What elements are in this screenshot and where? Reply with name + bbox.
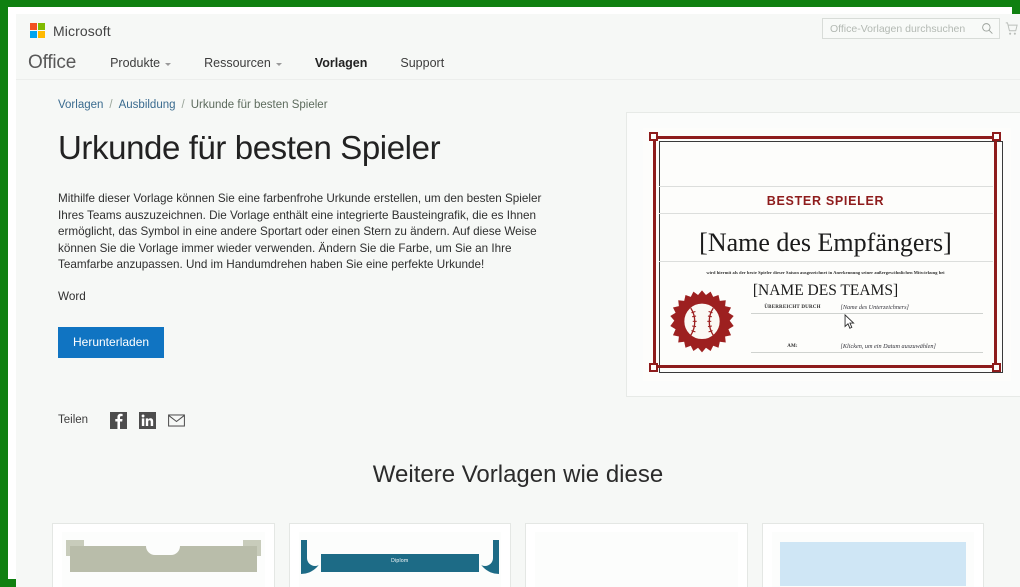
related-templates-section: Weitere Vorlagen wie diese Diplom — [16, 461, 1020, 587]
certificate-recipient-field: [Name des Empfängers] — [699, 228, 952, 257]
related-templates-title: Weitere Vorlagen wie diese — [372, 461, 664, 488]
microsoft-logo-link[interactable]: Microsoft — [30, 23, 111, 39]
template-preview-image[interactable]: BESTER SPIELER [Name des Empfängers] wir… — [626, 112, 1020, 397]
baseball-seal-icon — [669, 290, 734, 353]
certificate-fineprint: wird hiermit als der beste Spieler diese… — [706, 270, 945, 275]
microsoft-top-bar: Microsoft — [16, 14, 1020, 47]
date-label: AM: — [787, 343, 798, 349]
template-app-label: Word — [58, 289, 86, 303]
microsoft-logo-icon — [30, 23, 45, 38]
template-card-preview — [535, 532, 738, 587]
template-card-2[interactable]: Diplom — [288, 523, 511, 587]
certificate-document: BESTER SPIELER [Name des Empfängers] wir… — [642, 128, 1011, 381]
template-info-column: Urkunde für besten Spieler Mithilfe dies… — [16, 111, 576, 429]
template-detail-section: Urkunde für besten Spieler Mithilfe dies… — [16, 111, 1020, 429]
template-description: Mithilfe dieser Vorlage können Sie eine … — [58, 191, 542, 272]
nav-item-label: Ressourcen — [204, 56, 271, 70]
nav-item-produkte[interactable]: Produkte — [110, 56, 172, 70]
nav-item-label: Produkte — [110, 56, 161, 70]
related-templates-row: Diplom Name des Kurses — [16, 523, 1020, 587]
nav-item-vorlagen[interactable]: Vorlagen — [315, 56, 368, 70]
share-row: Teilen — [58, 411, 576, 429]
certificate-corner-mark — [648, 363, 658, 372]
page-content: Microsoft Office-Vorlagen durchsuchen Of… — [16, 14, 1020, 587]
certificate-corner-mark — [991, 132, 1001, 141]
decorative-banner — [70, 546, 257, 572]
nav-item-label: Vorlagen — [314, 56, 368, 70]
email-icon[interactable] — [168, 412, 185, 429]
certificate-heading: BESTER SPIELER — [766, 194, 885, 208]
certificate-corner-mark — [991, 363, 1001, 372]
search-input[interactable] — [830, 22, 981, 35]
share-label: Teilen — [58, 414, 89, 427]
template-card-preview: Diplom — [298, 532, 501, 587]
breadcrumb-separator: / — [109, 99, 113, 111]
breadcrumb: Vorlagen / Ausbildung / Urkunde für best… — [16, 80, 1020, 111]
signature-value-field: [Name des Unterzeichners] — [840, 304, 909, 311]
office-navigation-bar: Office Produkte Ressourcen Vorlagen Supp… — [16, 47, 1020, 80]
certificate-body: BESTER SPIELER [Name des Empfängers] wir… — [663, 142, 989, 365]
download-button[interactable]: Herunterladen — [58, 326, 165, 358]
template-card-label: Diplom — [391, 558, 409, 564]
template-card-4[interactable]: Name des Kurses — [761, 523, 984, 587]
office-home-link[interactable]: Office — [28, 52, 76, 74]
chevron-down-icon — [165, 62, 172, 66]
template-card-preview: Name des Kurses — [771, 532, 974, 587]
breadcrumb-item-ausbildung[interactable]: Ausbildung — [119, 99, 176, 111]
date-value-field: [Klicken, um ein Datum auszuwählen] — [840, 343, 936, 350]
top-bar-right-group — [822, 18, 1018, 39]
template-card-1[interactable] — [52, 523, 275, 587]
template-card-3[interactable] — [525, 523, 748, 587]
linkedin-icon[interactable] — [139, 411, 157, 429]
search-box[interactable] — [822, 18, 1000, 39]
shopping-cart-icon[interactable] — [1004, 20, 1018, 38]
page-title: Urkunde für besten Spieler — [58, 129, 441, 166]
date-row: AM: [Klicken, um ein Datum auszuwählen] — [750, 331, 983, 353]
microsoft-wordmark: Microsoft — [53, 22, 111, 39]
signature-row: ÜBERREICHT DURCH [Name des Unterzeichner… — [750, 292, 983, 314]
decorative-shape — [779, 542, 966, 586]
nav-item-label: Support — [400, 56, 445, 70]
facebook-icon[interactable] — [110, 411, 128, 429]
template-card-preview — [62, 532, 265, 587]
nav-item-support[interactable]: Support — [400, 56, 444, 70]
breadcrumb-item-vorlagen[interactable]: Vorlagen — [58, 99, 103, 111]
certificate-corner-mark — [648, 132, 658, 141]
breadcrumb-separator: / — [181, 99, 185, 111]
signature-label: ÜBERREICHT DURCH — [764, 304, 821, 310]
chevron-down-icon — [275, 62, 282, 66]
nav-item-ressourcen[interactable]: Ressourcen — [204, 56, 282, 70]
search-icon[interactable] — [981, 22, 994, 35]
breadcrumb-item-current: Urkunde für besten Spieler — [190, 99, 328, 111]
browser-green-frame: Microsoft Office-Vorlagen durchsuchen Of… — [0, 0, 1020, 587]
certificate-signature-block: ÜBERREICHT DURCH [Name des Unterzeichner… — [750, 292, 983, 353]
